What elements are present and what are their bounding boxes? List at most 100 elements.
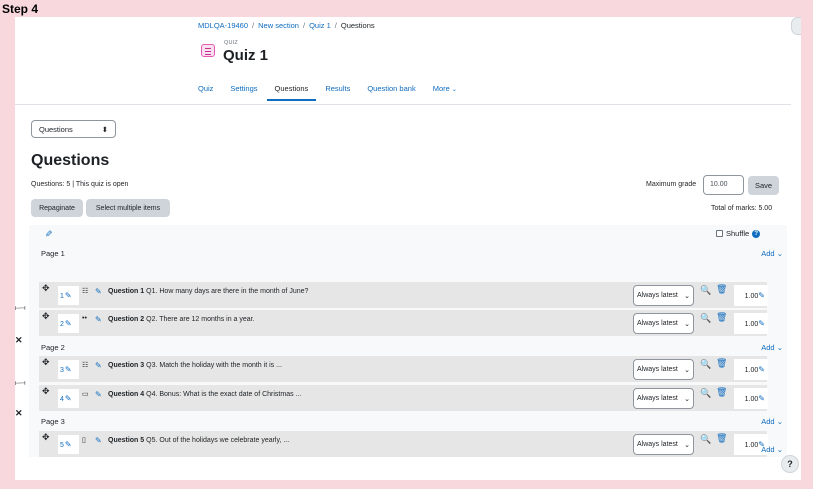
max-mark-box[interactable]: 1.00✎ — [734, 313, 768, 334]
edit-question-icon[interactable]: ✎ — [95, 287, 102, 296]
shuffle-checkbox[interactable] — [716, 230, 723, 237]
matching-icon: ☷ — [82, 362, 89, 369]
move-icon[interactable]: ✥ — [42, 432, 50, 443]
version-select[interactable]: Always latest ⌄ — [633, 434, 694, 455]
help-icon[interactable]: ? — [752, 229, 761, 238]
repaginate-icon[interactable]: ⟝⟞ — [15, 380, 26, 388]
remove-page-break-icon[interactable]: ✕ — [15, 335, 23, 346]
breadcrumb-separator: / — [302, 21, 306, 30]
module-type-label: QUIZ — [224, 40, 238, 46]
question-text[interactable]: Question 4 Q4. Bonus: What is the exact … — [108, 391, 301, 398]
add-link-label: Add — [761, 445, 775, 454]
preview-icon[interactable]: 🔍 — [700, 434, 711, 445]
remove-page-break-icon[interactable]: ✕ — [15, 408, 23, 419]
pencil-icon: ✎ — [64, 291, 72, 300]
chevron-down-icon: ⌄ — [684, 367, 690, 374]
move-icon[interactable]: ✥ — [42, 357, 50, 368]
trash-icon[interactable]: 🗑 — [716, 312, 727, 323]
add-page-1-link[interactable]: Add ⌄ — [761, 249, 783, 258]
breadcrumb-separator: / — [252, 21, 255, 30]
trash-icon[interactable]: 🗑 — [716, 284, 727, 295]
tab-more[interactable]: More ⌄ — [433, 84, 457, 101]
question-text[interactable]: Question 2 Q2. There are 12 months in a … — [108, 316, 255, 323]
drawer-toggle-button[interactable] — [791, 17, 801, 35]
help-button[interactable]: ? — [781, 455, 799, 473]
breadcrumb-section-link[interactable]: New section — [258, 21, 299, 30]
tab-questions[interactable]: Questions — [266, 84, 317, 101]
question-number: 2 — [60, 321, 64, 328]
chevron-down-icon: ⌄ — [776, 417, 783, 426]
chevron-down-icon: ⌄ — [776, 249, 783, 258]
preview-icon[interactable]: 🔍 — [700, 359, 711, 370]
tab-settings[interactable]: Settings — [230, 84, 257, 101]
question-row-1: ✥ 1✎ ☷ ✎ Question 1 Q1. How many days ar… — [39, 282, 768, 308]
question-number: 3 — [60, 367, 64, 374]
question-number-box[interactable]: 5✎ — [58, 435, 79, 454]
edit-question-icon[interactable]: ✎ — [95, 361, 102, 370]
breadcrumb-course-link[interactable]: MDLQA-19460 — [198, 21, 248, 30]
max-mark-box[interactable]: 1.00✎ — [734, 388, 768, 409]
page-1-label: Page 1 — [41, 249, 65, 258]
trash-icon[interactable]: 🗑 — [716, 433, 727, 444]
preview-icon[interactable]: 🔍 — [700, 388, 711, 399]
version-select[interactable]: Always latest ⌄ — [633, 313, 694, 334]
question-number-box[interactable]: 4✎ — [58, 389, 79, 408]
shuffle-control: Shuffle ? — [716, 229, 761, 238]
question-text[interactable]: Question 3 Q3. Match the holiday with th… — [108, 362, 282, 369]
preview-icon[interactable]: 🔍 — [700, 313, 711, 324]
move-icon[interactable]: ✥ — [42, 386, 50, 397]
max-mark-box[interactable]: 1.00✎ — [734, 285, 768, 306]
tab-more-label: More — [432, 84, 450, 93]
max-grade-input[interactable]: 10.00 — [703, 175, 744, 195]
preview-icon[interactable]: 🔍 — [700, 285, 711, 296]
add-page-3-link[interactable]: Add ⌄ — [761, 417, 783, 426]
question-summary: Q1. How many days are there in the month… — [146, 288, 309, 295]
version-select[interactable]: Always latest ⌄ — [633, 285, 694, 306]
pencil-icon: ✎ — [64, 440, 72, 449]
add-page-2-link[interactable]: Add ⌄ — [761, 343, 783, 352]
version-select[interactable]: Always latest ⌄ — [633, 359, 694, 380]
question-number: 1 — [60, 293, 64, 300]
pencil-icon[interactable]: ✎ — [45, 229, 53, 240]
question-number-box[interactable]: 1✎ — [58, 286, 79, 305]
tab-quiz[interactable]: Quiz — [198, 84, 213, 101]
version-select[interactable]: Always latest ⌄ — [633, 388, 694, 409]
edit-question-icon[interactable]: ✎ — [95, 315, 102, 324]
edit-question-icon[interactable]: ✎ — [95, 390, 102, 399]
repaginate-icon[interactable]: ⟝⟞ — [15, 305, 26, 313]
questions-page-select[interactable]: Questions ⬍ — [31, 120, 116, 138]
tabs-divider — [15, 104, 791, 105]
add-final-link[interactable]: Add ⌄ — [761, 445, 783, 454]
chevron-down-icon: ⌄ — [684, 442, 690, 449]
question-number: 5 — [60, 442, 64, 449]
pencil-icon: ✎ — [758, 291, 765, 300]
question-text[interactable]: Question 1 Q1. How many days are there i… — [108, 288, 308, 295]
trash-icon[interactable]: 🗑 — [716, 387, 727, 398]
questions-heading: Questions — [31, 152, 110, 169]
quiz-edit-area: ✎ Shuffle ? Page 1 Add ⌄ ✥ 1✎ ☷ ✎ Questi… — [15, 225, 787, 457]
question-number-box[interactable]: 3✎ — [58, 360, 79, 379]
question-row-3: ✥ 3✎ ☷ ✎ Question 3 Q3. Match the holida… — [39, 356, 768, 382]
save-button[interactable]: Save — [748, 176, 779, 195]
repaginate-button[interactable]: Repaginate — [31, 199, 83, 217]
move-icon[interactable]: ✥ — [42, 283, 50, 294]
move-icon[interactable]: ✥ — [42, 311, 50, 322]
select-multiple-button[interactable]: Select multiple items — [86, 199, 170, 217]
max-mark-box[interactable]: 1.00✎ — [734, 359, 768, 380]
question-name: Question 4 — [108, 391, 145, 398]
pencil-icon: ✎ — [758, 365, 765, 374]
breadcrumb-quiz-link[interactable]: Quiz 1 — [309, 21, 331, 30]
page-title: Quiz 1 — [223, 47, 269, 64]
select-chevron-icon: ⬍ — [101, 125, 108, 134]
chevron-down-icon: ⌄ — [684, 321, 690, 328]
question-text[interactable]: Question 5 Q5. Out of the holidays we ce… — [108, 437, 289, 444]
tab-question-bank[interactable]: Question bank — [367, 84, 415, 101]
tab-results[interactable]: Results — [325, 84, 350, 101]
pencil-icon: ✎ — [64, 394, 72, 403]
trash-icon[interactable]: 🗑 — [716, 358, 727, 369]
max-mark: 1.00 — [744, 396, 759, 403]
question-number-box[interactable]: 2✎ — [58, 314, 79, 333]
max-grade-label: Maximum grade — [646, 181, 697, 188]
edit-question-icon[interactable]: ✎ — [95, 436, 102, 445]
question-number: 4 — [60, 396, 64, 403]
